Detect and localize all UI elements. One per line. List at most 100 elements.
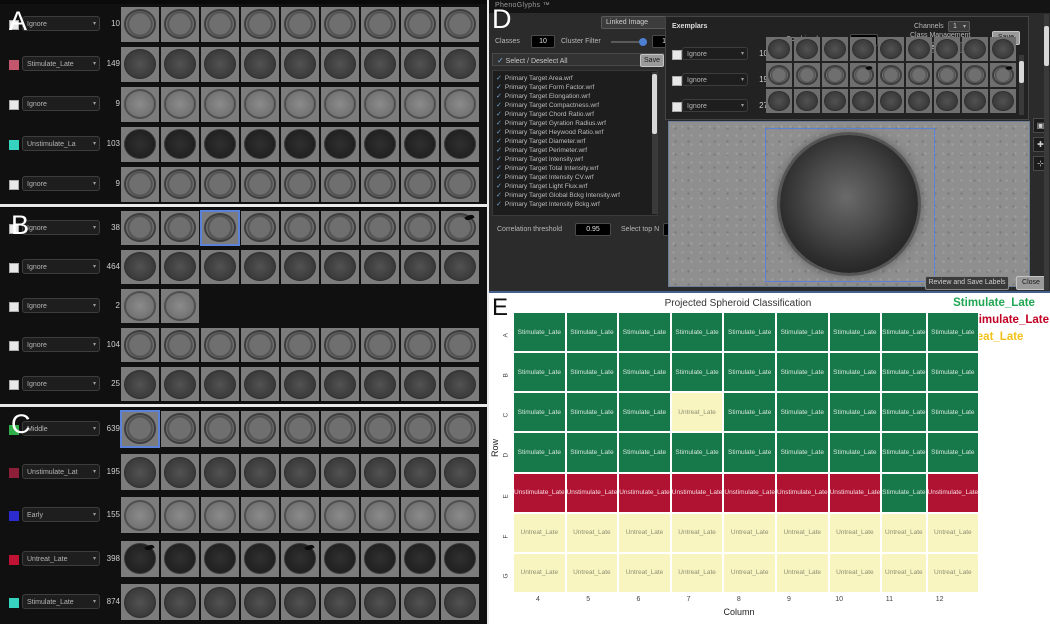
heatmap-cell[interactable]: Unstimulate_Late bbox=[671, 473, 724, 513]
spheroid-thumbnail[interactable] bbox=[201, 497, 239, 533]
spheroid-thumbnail[interactable] bbox=[401, 211, 439, 245]
exemplar-thumbnail[interactable] bbox=[878, 37, 904, 61]
heatmap-cell[interactable]: Untreat_Late bbox=[776, 553, 829, 593]
class-color-checkbox[interactable] bbox=[9, 380, 19, 390]
classes-input[interactable]: 10 bbox=[531, 35, 555, 48]
spheroid-thumbnail[interactable] bbox=[121, 411, 159, 447]
class-color-checkbox[interactable] bbox=[9, 555, 19, 565]
exemplar-thumbnail[interactable] bbox=[962, 89, 988, 113]
spheroid-thumbnail[interactable] bbox=[121, 367, 159, 401]
class-color-checkbox[interactable] bbox=[9, 341, 19, 351]
spheroid-thumbnail[interactable] bbox=[401, 250, 439, 284]
heatmap-cell[interactable]: Untreat_Late bbox=[927, 553, 980, 593]
heatmap-cell[interactable]: Untreat_Late bbox=[723, 513, 776, 553]
spheroid-thumbnail[interactable] bbox=[281, 250, 319, 284]
class-dropdown[interactable]: Ignore▾ bbox=[22, 259, 100, 274]
feature-list-scrollbar[interactable] bbox=[652, 72, 657, 214]
spheroid-thumbnail[interactable] bbox=[201, 584, 239, 620]
feature-item[interactable]: ✓Primary Target Light Flux.wrf bbox=[496, 182, 657, 191]
spheroid-thumbnail[interactable] bbox=[121, 289, 159, 323]
spheroid-thumbnail[interactable] bbox=[321, 328, 359, 362]
review-save-labels-button[interactable]: Review and Save Labels bbox=[925, 276, 1009, 290]
heatmap-cell[interactable]: Unstimulate_Late bbox=[618, 473, 671, 513]
spheroid-thumbnail[interactable] bbox=[161, 328, 199, 362]
spheroid-thumbnail[interactable] bbox=[161, 7, 199, 42]
spheroid-thumbnail[interactable] bbox=[281, 497, 319, 533]
exemplar-thumbnail[interactable] bbox=[906, 37, 932, 61]
class-color-checkbox[interactable] bbox=[9, 511, 19, 521]
exemplar-thumbnail[interactable] bbox=[934, 89, 960, 113]
class-dropdown[interactable]: Ignore▾ bbox=[22, 16, 100, 31]
spheroid-thumbnail[interactable] bbox=[361, 411, 399, 447]
heatmap-cell[interactable]: Unstimulate_Late bbox=[927, 473, 980, 513]
spheroid-thumbnail[interactable] bbox=[441, 328, 479, 362]
feature-checkbox[interactable]: ✓ bbox=[496, 174, 502, 181]
spheroid-thumbnail[interactable] bbox=[161, 289, 199, 323]
heatmap-cell[interactable]: Stimulate_Late bbox=[618, 392, 671, 432]
spheroid-thumbnail[interactable] bbox=[441, 497, 479, 533]
spheroid-thumbnail[interactable] bbox=[401, 167, 439, 202]
class-dropdown[interactable]: Ignore▾ bbox=[22, 220, 100, 235]
class-color-checkbox[interactable] bbox=[9, 468, 19, 478]
spheroid-thumbnail[interactable] bbox=[401, 7, 439, 42]
spheroid-thumbnail[interactable] bbox=[281, 211, 319, 245]
exemplar-thumbnail[interactable] bbox=[794, 37, 820, 61]
spheroid-thumbnail[interactable] bbox=[201, 541, 239, 577]
feature-checkbox[interactable]: ✓ bbox=[496, 201, 502, 208]
spheroid-thumbnail[interactable] bbox=[321, 47, 359, 82]
exemplar-thumbnail[interactable] bbox=[822, 37, 848, 61]
feature-checkbox[interactable]: ✓ bbox=[496, 165, 502, 172]
spheroid-thumbnail[interactable] bbox=[121, 328, 159, 362]
feature-item[interactable]: ✓Primary Target Area.wrf bbox=[496, 74, 657, 83]
spheroid-thumbnail[interactable] bbox=[241, 87, 279, 122]
class-color-checkbox[interactable] bbox=[9, 180, 19, 190]
feature-checkbox[interactable]: ✓ bbox=[496, 84, 502, 91]
heatmap-cell[interactable]: Stimulate_Late bbox=[566, 352, 619, 392]
spheroid-thumbnail[interactable] bbox=[321, 367, 359, 401]
class-dropdown[interactable]: Ignore▾ bbox=[22, 96, 100, 111]
spheroid-thumbnail[interactable] bbox=[161, 127, 199, 162]
heatmap-cell[interactable]: Untreat_Late bbox=[513, 553, 566, 593]
spheroid-thumbnail[interactable] bbox=[441, 454, 479, 490]
spheroid-thumbnail[interactable] bbox=[161, 87, 199, 122]
spheroid-thumbnail[interactable] bbox=[161, 411, 199, 447]
heatmap-cell[interactable]: Stimulate_Late bbox=[671, 352, 724, 392]
spheroid-thumbnail[interactable] bbox=[401, 541, 439, 577]
spheroid-thumbnail[interactable] bbox=[201, 127, 239, 162]
class-dropdown[interactable]: Untreat_Late▾ bbox=[22, 551, 100, 566]
heatmap-cell[interactable]: Untreat_Late bbox=[723, 553, 776, 593]
spheroid-thumbnail[interactable] bbox=[241, 367, 279, 401]
spheroid-thumbnail[interactable] bbox=[441, 87, 479, 122]
spheroid-thumbnail[interactable] bbox=[241, 454, 279, 490]
spheroid-thumbnail[interactable] bbox=[401, 411, 439, 447]
class-dropdown[interactable]: Ignore▾ bbox=[682, 73, 748, 86]
spheroid-thumbnail[interactable] bbox=[121, 584, 159, 620]
spheroid-thumbnail[interactable] bbox=[441, 47, 479, 82]
spheroid-thumbnail[interactable] bbox=[161, 454, 199, 490]
spheroid-thumbnail[interactable] bbox=[441, 250, 479, 284]
exemplar-thumbnail[interactable] bbox=[990, 37, 1016, 61]
heatmap-cell[interactable]: Stimulate_Late bbox=[776, 312, 829, 352]
spheroid-thumbnail[interactable] bbox=[241, 328, 279, 362]
class-dropdown[interactable]: Stimulate_Late▾ bbox=[22, 594, 100, 609]
exemplar-thumbnail[interactable] bbox=[850, 63, 876, 87]
heatmap-cell[interactable]: Untreat_Late bbox=[881, 513, 926, 553]
class-dropdown[interactable]: Ignore▾ bbox=[682, 99, 748, 112]
spheroid-thumbnail[interactable] bbox=[441, 7, 479, 42]
exemplar-thumbnail[interactable] bbox=[990, 89, 1016, 113]
spheroid-thumbnail[interactable] bbox=[121, 250, 159, 284]
heatmap-cell[interactable]: Untreat_Late bbox=[776, 513, 829, 553]
spheroid-thumbnail[interactable] bbox=[321, 211, 359, 245]
scrollbar-thumb[interactable] bbox=[652, 74, 657, 134]
spheroid-thumbnail[interactable] bbox=[441, 167, 479, 202]
heatmap-cell[interactable]: Stimulate_Late bbox=[723, 312, 776, 352]
exemplar-thumbnail[interactable] bbox=[906, 63, 932, 87]
spheroid-thumbnail[interactable] bbox=[321, 541, 359, 577]
feature-checkbox[interactable]: ✓ bbox=[496, 120, 502, 127]
feature-checkbox[interactable]: ✓ bbox=[496, 129, 502, 136]
spheroid-thumbnail[interactable] bbox=[281, 454, 319, 490]
close-button[interactable]: Close bbox=[1016, 276, 1046, 290]
exemplar-thumbnail[interactable] bbox=[850, 37, 876, 61]
heatmap-cell[interactable]: Stimulate_Late bbox=[776, 392, 829, 432]
feature-item[interactable]: ✓Primary Target Intensity.wrf bbox=[496, 155, 657, 164]
